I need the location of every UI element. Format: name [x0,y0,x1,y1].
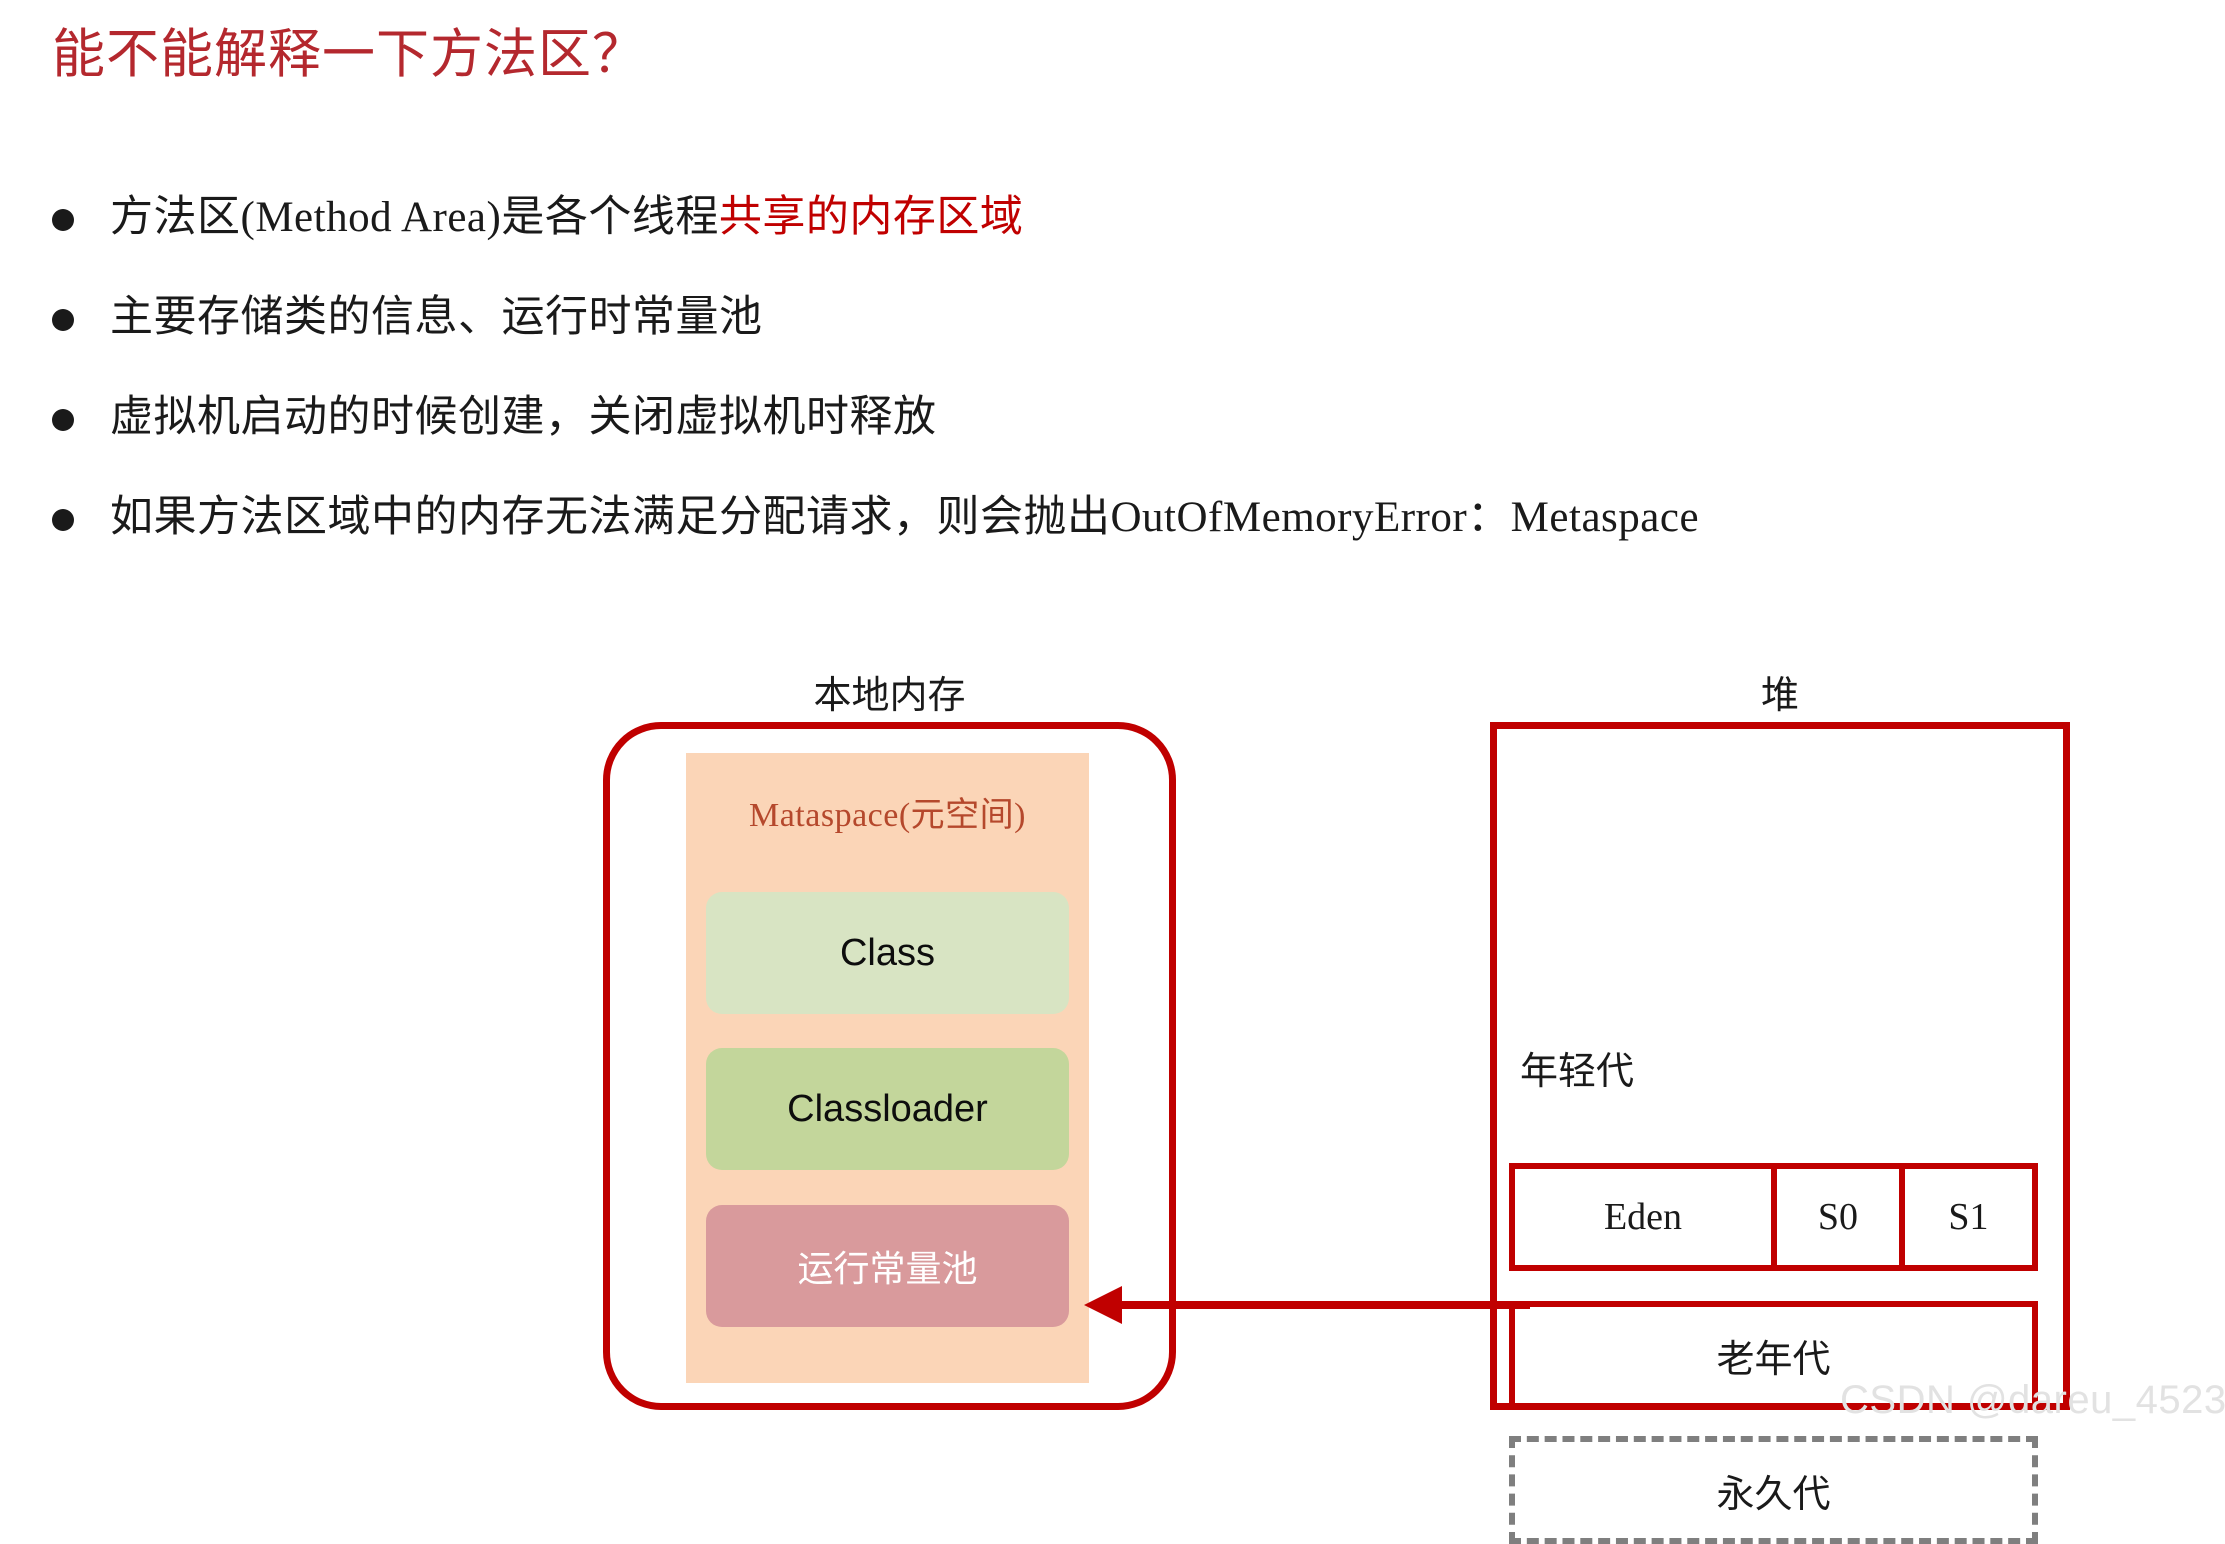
young-generation-label: 年轻代 [1520,1051,1635,1093]
heap-cell-label: S1 [1948,1196,1989,1238]
metaspace-item-label: Class [839,931,936,974]
heap-cell-label: Eden [1603,1196,1683,1238]
native-memory-caption: 本地内存 [813,675,966,717]
metaspace-item-class: Class [706,892,1069,1014]
heap-cell-s0: S0 [1777,1169,1905,1265]
arrow-permgen-to-pool [1084,1286,1530,1324]
young-generation-row: Eden S0 S1 [1509,1163,2038,1271]
watermark: CSDN @dareu_4523 [1840,1378,2225,1422]
metaspace-item-runtime-constant-pool: 运行常量池 [706,1205,1069,1327]
heap-caption: 堆 [1760,675,1799,717]
permanent-generation-box: 永久代 [1509,1436,2038,1544]
old-generation-label: 老年代 [1716,1338,1831,1381]
permanent-generation-label: 永久代 [1716,1473,1831,1516]
metaspace-label: Mataspace(元空间) [748,797,1026,834]
memory-architecture-diagram: 本地内存 堆 Mataspace(元空间) Class Classloader … [0,0,2225,1544]
metaspace-item-label: Classloader [787,1087,988,1130]
metaspace-item-classloader: Classloader [706,1048,1069,1170]
heap-cell-label: S0 [1817,1196,1859,1238]
heap-cell-eden: Eden [1515,1169,1777,1265]
heap-cell-s1: S1 [1905,1169,2032,1265]
metaspace-item-label: 运行常量池 [797,1249,978,1289]
metaspace-panel: Mataspace(元空间) Class Classloader 运行常量池 [686,753,1089,1383]
